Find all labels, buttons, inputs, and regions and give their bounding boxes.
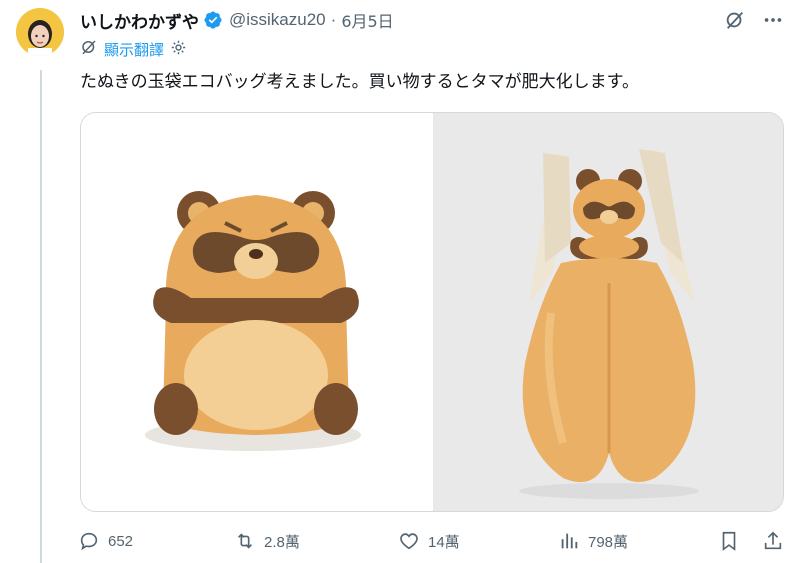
separator-dot: · bbox=[330, 10, 337, 29]
display-name[interactable]: いしかわかずや bbox=[80, 8, 199, 33]
grok-icon[interactable] bbox=[723, 8, 747, 32]
verified-badge-icon[interactable] bbox=[203, 10, 223, 30]
media-grid bbox=[80, 112, 784, 512]
views-icon bbox=[558, 530, 580, 552]
reply-icon bbox=[78, 530, 100, 552]
reply-button[interactable]: 652 bbox=[78, 530, 133, 552]
action-bar: 652 2.8萬 14萬 798萬 bbox=[78, 524, 790, 558]
post-header: いしかわかずや @issikazu20 · 6月5日 bbox=[80, 8, 394, 33]
retweet-count: 2.8萬 bbox=[264, 533, 300, 551]
translate-icon bbox=[80, 38, 98, 61]
views-button[interactable]: 798萬 bbox=[558, 530, 628, 552]
thread-line bbox=[40, 70, 42, 563]
bookmark-button[interactable] bbox=[718, 530, 740, 552]
share-button[interactable] bbox=[762, 530, 784, 552]
bookmark-icon bbox=[718, 530, 740, 552]
more-icon[interactable] bbox=[761, 8, 785, 32]
avatar[interactable] bbox=[16, 8, 64, 56]
retweet-icon bbox=[234, 530, 256, 552]
post-text: たぬきの玉袋エコバッグ考えました。買い物するとタマが肥大化します。 bbox=[80, 72, 639, 92]
view-count: 798萬 bbox=[588, 533, 629, 551]
retweet-button[interactable]: 2.8萬 bbox=[234, 530, 300, 552]
heart-icon bbox=[398, 530, 420, 552]
media-image-2[interactable] bbox=[433, 113, 783, 511]
like-count: 14萬 bbox=[428, 533, 460, 551]
media-image-1[interactable] bbox=[81, 113, 433, 511]
top-actions bbox=[723, 8, 785, 32]
translate-row: 顯示翻譯 bbox=[80, 38, 187, 61]
show-translation-link[interactable]: 顯示翻譯 bbox=[104, 39, 164, 60]
gear-icon[interactable] bbox=[170, 39, 187, 61]
share-icon bbox=[762, 530, 784, 552]
reply-count: 652 bbox=[108, 532, 134, 550]
like-button[interactable]: 14萬 bbox=[398, 530, 460, 552]
post-date[interactable]: 6月5日 bbox=[341, 8, 393, 32]
handle[interactable]: @issikazu20 bbox=[229, 10, 326, 30]
